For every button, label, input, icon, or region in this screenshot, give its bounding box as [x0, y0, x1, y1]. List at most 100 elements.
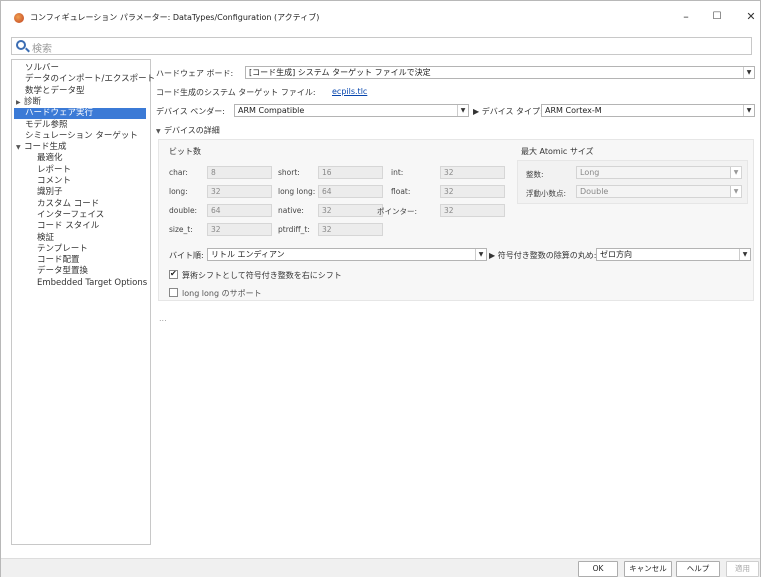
- window-title: コンフィギュレーション パラメーター: DataTypes/Configurat…: [30, 13, 320, 22]
- sidebar-item[interactable]: データ型置換: [37, 266, 88, 277]
- search-icon: [16, 40, 26, 50]
- app-icon: [14, 13, 24, 23]
- atomic-int-label: 整数:: [526, 170, 544, 179]
- sidebar-item[interactable]: レポート: [37, 165, 71, 176]
- pointer-bits-field[interactable]: 32: [440, 204, 505, 217]
- ptrdiff-t-label: ptrdiff_t:: [278, 225, 310, 234]
- sidebar-item[interactable]: モデル参照: [25, 120, 68, 131]
- byte-order-label: バイト順:: [169, 251, 204, 260]
- help-button[interactable]: ヘルプ: [676, 561, 720, 577]
- shift-right-label: 算術シフトとして符号付き整数を右にシフト: [182, 271, 342, 280]
- sidebar-item-label: ソルバー: [25, 63, 60, 73]
- size-t-label: size_t:: [169, 225, 193, 234]
- sidebar-item-label: 数学とデータ型: [25, 85, 85, 96]
- chevron-down-icon: ▼: [730, 186, 741, 197]
- sidebar-item-label: シミュレーション ターゲット: [25, 130, 138, 141]
- sidebar-item-label: レポート: [37, 164, 72, 175]
- sidebar-item-label: モデル参照: [25, 119, 68, 130]
- byte-order-select[interactable]: リトル エンディアン ▼: [207, 248, 487, 261]
- stf-link[interactable]: ecpils.tlc: [332, 87, 367, 96]
- char-bits-field[interactable]: 8: [207, 166, 272, 179]
- sidebar-item[interactable]: ソルバー: [25, 63, 59, 74]
- sidebar-item[interactable]: ▶ 診断: [16, 97, 41, 108]
- sidebar-item-label: カスタム コード: [37, 198, 100, 209]
- sidebar-item[interactable]: ハードウェア実行: [14, 108, 146, 120]
- sidebar-item[interactable]: 数学とデータ型: [25, 86, 85, 97]
- chevron-down-icon: ▼: [743, 67, 754, 78]
- sidebar-item-label: 最適化: [37, 153, 63, 164]
- device-type-label: ▶ デバイス タイプ:: [473, 107, 543, 116]
- chevron-right-icon[interactable]: ▶: [16, 97, 24, 108]
- sidebar-item[interactable]: インターフェイス: [37, 210, 104, 221]
- sidebar-item[interactable]: コメント: [37, 176, 71, 187]
- device-type-select[interactable]: ARM Cortex-M ▼: [541, 104, 755, 117]
- sidebar-item-label: コード生成: [24, 142, 67, 153]
- vendor-label: デバイス ベンダー:: [156, 107, 225, 116]
- minimize-icon[interactable]: –: [678, 10, 694, 24]
- sidebar-item-label: ハードウェア実行: [25, 108, 94, 119]
- sidebar-item-label: コード スタイル: [37, 221, 100, 232]
- short-label: short:: [278, 168, 300, 177]
- float-bits-field[interactable]: 32: [440, 185, 505, 198]
- native-label: native:: [278, 206, 304, 215]
- char-label: char:: [169, 168, 188, 177]
- atomic-group: 整数: Long ▼ 浮動小数点: Double ▼: [517, 160, 748, 204]
- atomic-float-select[interactable]: Double ▼: [576, 185, 742, 198]
- native-bits-field[interactable]: 32: [318, 204, 383, 217]
- sidebar-item-label: データのインポート/エクスポート: [25, 74, 156, 85]
- atomic-int-select[interactable]: Long ▼: [576, 166, 742, 179]
- atomic-float-label: 浮動小数点:: [526, 189, 567, 198]
- ptrdiff-t-bits-field[interactable]: 32: [318, 223, 383, 236]
- sidebar-item-label: 検証: [37, 232, 55, 243]
- int-label: int:: [391, 168, 404, 177]
- cancel-button[interactable]: キャンセル: [624, 561, 672, 577]
- sidebar-item[interactable]: カスタム コード: [37, 199, 99, 210]
- rounding-select[interactable]: ゼロ方向 ▼: [596, 248, 751, 261]
- longlong-support-checkbox[interactable]: [169, 288, 178, 297]
- int-bits-field[interactable]: 32: [440, 166, 505, 179]
- hardware-board-select[interactable]: [コード生成] システム ターゲット ファイルで決定 ▼: [245, 66, 755, 79]
- close-icon[interactable]: ✕: [743, 10, 759, 24]
- chevron-down-icon[interactable]: ▼: [16, 142, 24, 153]
- board-label: ハードウェア ボード:: [156, 69, 234, 78]
- sidebar-item-label: テンプレート: [37, 243, 88, 254]
- sidebar-item[interactable]: シミュレーション ターゲット: [25, 131, 138, 142]
- apply-button[interactable]: 適用: [726, 561, 759, 577]
- double-bits-field[interactable]: 64: [207, 204, 272, 217]
- chevron-down-icon: ▼: [475, 249, 486, 260]
- sidebar-item[interactable]: ▼ コード生成: [16, 142, 67, 153]
- maximize-icon[interactable]: ☐: [709, 10, 725, 24]
- sidebar-item[interactable]: データのインポート/エクスポート: [25, 74, 155, 85]
- short-bits-field[interactable]: 16: [318, 166, 383, 179]
- category-tree: ソルバー データのインポート/エクスポート 数学とデータ型 ▶ 診断 ハードウェア実行 モデ…: [11, 59, 155, 545]
- stf-label: コード生成のシステム ターゲット ファイル:: [156, 88, 316, 97]
- chevron-down-icon: ▼: [730, 167, 741, 178]
- sidebar-item-label: Embedded Target Options: [37, 277, 148, 288]
- search-input[interactable]: 検索: [11, 37, 752, 55]
- sidebar-item[interactable]: 検証: [37, 233, 54, 244]
- device-details-group: ビット数 char: 8 short: 16 int: 32 long: 32 …: [158, 139, 754, 301]
- bits-header: ビット数: [169, 147, 201, 156]
- sidebar-item-label: インターフェイス: [37, 209, 105, 220]
- ok-button[interactable]: OK: [578, 561, 618, 577]
- sidebar-item[interactable]: 識別子: [37, 187, 63, 198]
- chevron-down-icon: ▼: [743, 105, 754, 116]
- config-window: コンフィギュレーション パラメーター: DataTypes/Configurat…: [0, 0, 761, 577]
- double-label: double:: [169, 206, 198, 215]
- more-ellipsis[interactable]: ...: [159, 314, 167, 323]
- size-t-bits-field[interactable]: 32: [207, 223, 272, 236]
- float-label: float:: [391, 187, 411, 196]
- sidebar-item[interactable]: コード スタイル: [37, 221, 99, 232]
- device-details-toggle[interactable]: ▼ デバイスの詳細: [156, 125, 220, 136]
- longlong-bits-field[interactable]: 64: [318, 185, 383, 198]
- sidebar-item-label: コメント: [37, 176, 72, 186]
- sidebar-item[interactable]: Embedded Target Options: [37, 278, 147, 289]
- device-vendor-select[interactable]: ARM Compatible ▼: [234, 104, 469, 117]
- chevron-down-icon: ▼: [739, 249, 750, 260]
- sidebar-item[interactable]: 最適化: [37, 153, 63, 164]
- sidebar-item[interactable]: テンプレート: [37, 244, 88, 255]
- sidebar-item[interactable]: コード配置: [37, 255, 80, 266]
- longlong-label: long long:: [278, 187, 316, 196]
- long-bits-field[interactable]: 32: [207, 185, 272, 198]
- shift-right-checkbox[interactable]: [169, 269, 178, 279]
